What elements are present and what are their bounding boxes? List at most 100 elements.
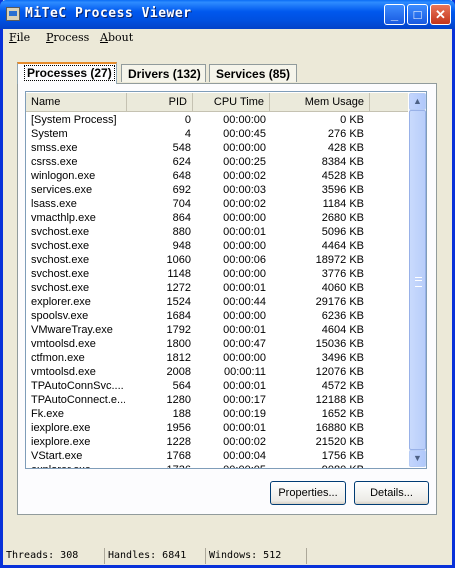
table-row[interactable]: ctfmon.exe 1812 00:00:00 3496 KB bbox=[26, 351, 408, 365]
status-empty bbox=[306, 548, 449, 564]
cell-pid: 4 bbox=[184, 128, 191, 140]
table-row[interactable]: svchost.exe 948 00:00:00 4464 KB bbox=[26, 239, 408, 253]
table-row[interactable]: iexplore.exe 1956 00:00:01 16880 KB bbox=[26, 421, 408, 435]
table-row[interactable]: svchost.exe 880 00:00:01 5096 KB bbox=[26, 225, 408, 239]
cell-mem-usage: 15036 KB bbox=[315, 338, 364, 350]
title-bar[interactable]: MiTeC Process Viewer _ □ ✕ bbox=[0, 0, 455, 29]
cell-mem-usage: 4604 KB bbox=[321, 324, 364, 336]
cell-cpu-time: 00:00:44 bbox=[223, 296, 266, 308]
cell-name: smss.exe bbox=[31, 142, 78, 154]
cell-name: iexplore.exe bbox=[31, 422, 91, 434]
column-header-pid[interactable]: PID bbox=[127, 93, 193, 111]
cell-pid: 1148 bbox=[167, 268, 191, 280]
column-header-mem-usage[interactable]: Mem Usage bbox=[270, 93, 370, 111]
tab-processes[interactable]: Processes (27) bbox=[17, 62, 117, 84]
cell-name: svchost.exe bbox=[31, 254, 90, 266]
vertical-scrollbar[interactable]: ▲ ▼ bbox=[409, 93, 426, 467]
process-list[interactable]: Name PID CPU Time Mem Usage [System Proc… bbox=[25, 91, 427, 469]
table-row[interactable]: vmacthlp.exe 864 00:00:00 2680 KB bbox=[26, 211, 408, 225]
app-icon[interactable] bbox=[6, 7, 20, 21]
cell-cpu-time: 00:00:00 bbox=[223, 352, 266, 364]
maximize-button[interactable]: □ bbox=[407, 4, 428, 25]
cell-pid: 188 bbox=[172, 408, 191, 420]
table-row[interactable]: explorer.exe173600:00:059080 KB bbox=[26, 463, 408, 468]
table-row[interactable]: TPAutoConnSvc.... 564 00:00:01 4572 KB bbox=[26, 379, 408, 393]
cell-mem-usage: 3496 KB bbox=[321, 352, 364, 364]
tab-services[interactable]: Services (85) bbox=[209, 64, 297, 82]
cell-pid: 1768 bbox=[166, 450, 191, 462]
cell-name: explorer.exe bbox=[31, 296, 91, 308]
table-row[interactable]: services.exe 692 00:00:03 3596 KB bbox=[26, 183, 408, 197]
menu-about[interactable]: About bbox=[100, 31, 133, 44]
table-row[interactable]: [System Process] 0 00:00:00 0 KB bbox=[26, 113, 408, 127]
cell-mem-usage: 8384 KB bbox=[321, 156, 364, 168]
table-row[interactable]: Fk.exe 188 00:00:19 1652 KB bbox=[26, 407, 408, 421]
cell-name: vmtoolsd.exe bbox=[31, 338, 96, 350]
grip-icon bbox=[415, 277, 422, 287]
table-row[interactable]: lsass.exe 704 00:00:02 1184 KB bbox=[26, 197, 408, 211]
cell-pid: 1280 bbox=[166, 394, 191, 406]
cell-mem-usage: 6236 KB bbox=[321, 310, 364, 322]
cell-name: [System Process] bbox=[31, 114, 117, 126]
menu-process[interactable]: Process bbox=[46, 31, 89, 44]
close-icon: ✕ bbox=[435, 7, 446, 22]
menu-file[interactable]: File bbox=[9, 31, 30, 44]
cell-pid: 1792 bbox=[166, 324, 191, 336]
table-row[interactable]: vmtoolsd.exe 2008 00:00:11 12076 KB bbox=[26, 365, 408, 379]
cell-mem-usage: 12076 KB bbox=[315, 366, 364, 378]
cell-pid: 692 bbox=[172, 184, 191, 196]
cell-pid: 1736 bbox=[127, 463, 191, 468]
cell-mem-usage: 4464 KB bbox=[321, 240, 364, 252]
table-row[interactable]: winlogon.exe 648 00:00:02 4528 KB bbox=[26, 169, 408, 183]
column-header-cpu-time[interactable]: CPU Time bbox=[193, 93, 270, 111]
cell-name: VMwareTray.exe bbox=[31, 324, 113, 336]
cell-pid: 704 bbox=[172, 198, 191, 210]
table-row[interactable]: VStart.exe 1768 00:00:04 1756 KB bbox=[26, 449, 408, 463]
scroll-down-icon[interactable]: ▼ bbox=[409, 450, 426, 467]
cell-cpu-time: 00:00:00 bbox=[223, 310, 266, 322]
status-bar: Threads: 308 Handles: 6841 Windows: 512 bbox=[0, 546, 449, 565]
table-row[interactable]: System 4 00:00:45 276 KB bbox=[26, 127, 408, 141]
cell-cpu-time: 00:00:00 bbox=[223, 212, 266, 224]
cell-cpu-time: 00:00:03 bbox=[223, 184, 266, 196]
cell-name: ctfmon.exe bbox=[31, 352, 85, 364]
cell-name: svchost.exe bbox=[31, 282, 90, 294]
column-header-name[interactable]: Name bbox=[26, 93, 127, 111]
cell-name: svchost.exe bbox=[31, 226, 90, 238]
properties-button[interactable]: Properties... bbox=[270, 481, 346, 505]
cell-pid: 1272 bbox=[166, 282, 191, 294]
cell-cpu-time: 00:00:17 bbox=[223, 394, 266, 406]
cell-mem-usage: 1756 KB bbox=[321, 450, 364, 462]
table-row[interactable]: explorer.exe 1524 00:00:44 29176 KB bbox=[26, 295, 408, 309]
cell-pid: 624 bbox=[172, 156, 191, 168]
status-threads: Threads: 308 bbox=[6, 550, 79, 561]
cell-mem-usage: 4060 KB bbox=[321, 282, 364, 294]
details-button[interactable]: Details... bbox=[354, 481, 429, 505]
maximize-icon: □ bbox=[413, 7, 422, 22]
cell-mem-usage: 5096 KB bbox=[321, 226, 364, 238]
cell-pid: 864 bbox=[172, 212, 191, 224]
table-row[interactable]: iexplore.exe 1228 00:00:02 21520 KB bbox=[26, 435, 408, 449]
cell-mem-usage: 276 KB bbox=[327, 128, 364, 140]
table-row[interactable]: TPAutoConnect.e... 1280 00:00:17 12188 KB bbox=[26, 393, 408, 407]
cell-cpu-time: 00:00:00 bbox=[223, 268, 266, 280]
scroll-thumb[interactable] bbox=[409, 110, 426, 450]
table-row[interactable]: vmtoolsd.exe 1800 00:00:47 15036 KB bbox=[26, 337, 408, 351]
minimize-button[interactable]: _ bbox=[384, 4, 405, 25]
cell-pid: 1524 bbox=[166, 296, 191, 308]
status-handles: Handles: 6841 bbox=[104, 548, 204, 564]
cell-mem-usage: 16880 KB bbox=[315, 422, 364, 434]
cell-cpu-time: 00:00:02 bbox=[223, 198, 266, 210]
close-button[interactable]: ✕ bbox=[430, 4, 451, 25]
table-row[interactable]: svchost.exe 1272 00:00:01 4060 KB bbox=[26, 281, 408, 295]
cell-cpu-time: 00:00:19 bbox=[223, 408, 266, 420]
table-row[interactable]: spoolsv.exe 1684 00:00:00 6236 KB bbox=[26, 309, 408, 323]
tab-drivers[interactable]: Drivers (132) bbox=[121, 64, 206, 82]
table-row[interactable]: svchost.exe 1060 00:00:06 18972 KB bbox=[26, 253, 408, 267]
table-row[interactable]: VMwareTray.exe 1792 00:00:01 4604 KB bbox=[26, 323, 408, 337]
scroll-up-icon[interactable]: ▲ bbox=[409, 93, 426, 110]
cell-mem-usage: 9080 KB bbox=[268, 463, 364, 468]
table-row[interactable]: csrss.exe 624 00:00:25 8384 KB bbox=[26, 155, 408, 169]
table-row[interactable]: svchost.exe 1148 00:00:00 3776 KB bbox=[26, 267, 408, 281]
table-row[interactable]: smss.exe 548 00:00:00 428 KB bbox=[26, 141, 408, 155]
